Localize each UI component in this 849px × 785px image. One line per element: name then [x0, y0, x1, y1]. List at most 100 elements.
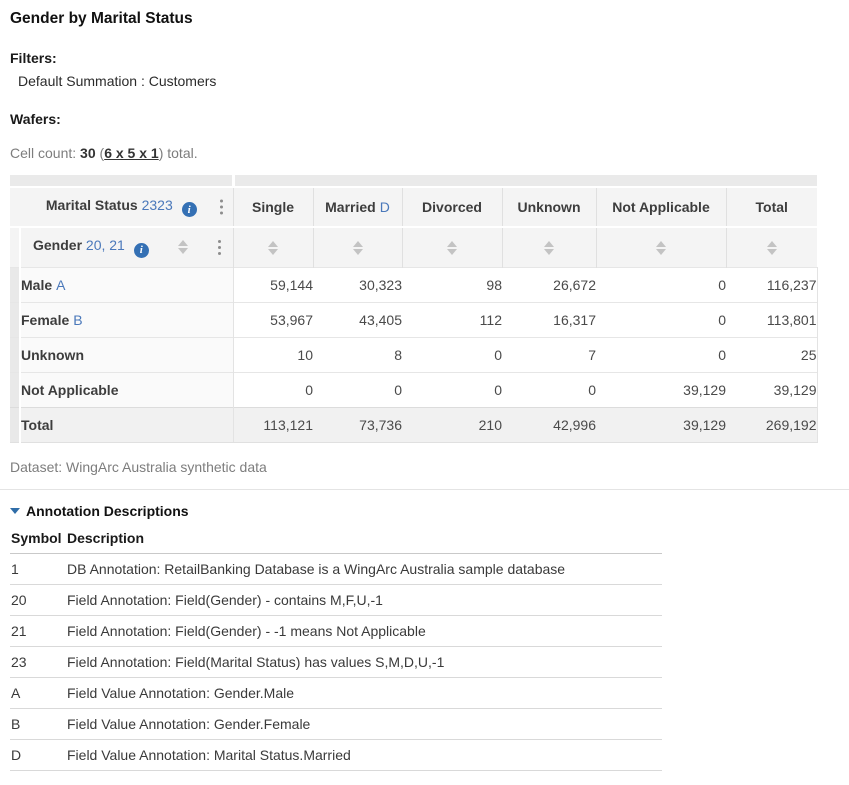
data-cell: 0 [313, 372, 402, 407]
top-strip-left [10, 175, 233, 187]
row-label: Not Applicable [20, 372, 233, 407]
filters-label: Filters: [10, 50, 833, 66]
data-cell: 112 [402, 302, 502, 337]
data-cell: 113,121 [233, 407, 313, 442]
annotation-symbol: D [10, 739, 66, 770]
description-column-header: Description [66, 527, 662, 554]
sort-icon [767, 241, 777, 255]
data-cell: 0 [402, 372, 502, 407]
data-cell: 10 [233, 337, 313, 372]
sort-toggle-single[interactable] [233, 227, 313, 267]
sort-toggle-not-applicable[interactable] [596, 227, 726, 267]
table-top-strip [10, 175, 817, 187]
column-header-unknown[interactable]: Unknown [502, 187, 596, 227]
column-header-divorced[interactable]: Divorced [402, 187, 502, 227]
column-field-annotation-ref: 23 [142, 197, 158, 213]
annotation-symbol: 23 [10, 646, 66, 677]
column-label: Single [252, 199, 294, 215]
column-label: Unknown [518, 199, 581, 215]
cell-dimensions-link[interactable]: 6 x 5 x 1 [104, 145, 159, 161]
sort-toggle-married[interactable] [313, 227, 402, 267]
table-row-not-applicable: Not Applicable 0 0 0 0 39,129 39,129 [10, 372, 817, 407]
sort-toggle-total[interactable] [726, 227, 817, 267]
annotation-description: Field Value Annotation: Gender.Male [66, 677, 662, 708]
filter-value: Default Summation : Customers [18, 73, 833, 89]
row-label: Total [20, 407, 233, 442]
table-row-female: FemaleB 53,967 43,405 112 16,317 0 113,8… [10, 302, 817, 337]
crosstab-table: Marital Status 2323 i Single MarriedD Di… [10, 175, 818, 443]
sort-icon[interactable] [178, 240, 188, 254]
table-row-male: MaleA 59,144 30,323 98 26,672 0 116,237 [10, 267, 817, 302]
annotation-row: D Field Value Annotation: Marital Status… [10, 739, 662, 770]
sort-toggle-divorced[interactable] [402, 227, 502, 267]
data-cell: 0 [596, 302, 726, 337]
data-cell: 0 [596, 267, 726, 302]
column-annotation: D [380, 199, 390, 215]
annotation-row: 1 DB Annotation: RetailBanking Database … [10, 553, 662, 584]
annotation-symbol: A [10, 677, 66, 708]
gutter-cell [10, 372, 20, 407]
column-header-total[interactable]: Total [726, 187, 817, 227]
column-header-single[interactable]: Single [233, 187, 313, 227]
row-field-name: Gender [33, 237, 82, 253]
cell-count-suffix: total. [163, 145, 197, 161]
table-row-total: Total 113,121 73,736 210 42,996 39,129 2… [10, 407, 817, 442]
column-field-header[interactable]: Marital Status 2323 i [10, 187, 233, 227]
column-header-not-applicable[interactable]: Not Applicable [596, 187, 726, 227]
info-icon[interactable]: i [134, 243, 149, 258]
column-header-married[interactable]: MarriedD [313, 187, 402, 227]
annotation-description: DB Annotation: RetailBanking Database is… [66, 553, 662, 584]
annotation-section-header[interactable]: Annotation Descriptions [10, 503, 833, 519]
annotation-row: 20 Field Annotation: Field(Gender) - con… [10, 584, 662, 615]
row-field-header[interactable]: Gender 20, 21 i [20, 227, 233, 267]
data-cell: 98 [402, 267, 502, 302]
data-cell: 43,405 [313, 302, 402, 337]
row-label-text: Total [21, 417, 53, 433]
data-cell: 269,192 [726, 407, 817, 442]
annotation-symbol: 1 [10, 553, 66, 584]
sort-icon [544, 241, 554, 255]
cell-count-prefix: Cell count: [10, 145, 80, 161]
row-field-annotations: 20, 21 [86, 237, 125, 253]
row-annotation: A [56, 277, 65, 293]
row-label: Unknown [20, 337, 233, 372]
annotation-header-row: Symbol Description [10, 527, 662, 554]
gutter-cell [10, 407, 20, 442]
row-label-text: Female [21, 312, 69, 328]
annotation-row: 21 Field Annotation: Field(Gender) - -1 … [10, 615, 662, 646]
table-row-unknown: Unknown 10 8 0 7 0 25 [10, 337, 817, 372]
annotation-symbol: 20 [10, 584, 66, 615]
column-field-header-row: Marital Status 2323 i Single MarriedD Di… [10, 187, 817, 227]
sort-icon [353, 241, 363, 255]
row-field-label-group: Gender 20, 21 i [33, 237, 149, 258]
data-cell: 26,672 [502, 267, 596, 302]
kebab-menu-icon[interactable] [216, 238, 223, 257]
symbol-column-header: Symbol [10, 527, 66, 554]
cell-count-paren-open: ( [96, 145, 105, 161]
cell-count-line: Cell count: 30 (6 x 5 x 1) total. [10, 145, 833, 161]
data-cell: 25 [726, 337, 817, 372]
gutter-cell [10, 227, 20, 267]
column-label: Divorced [422, 199, 482, 215]
data-cell: 0 [502, 372, 596, 407]
cell-count-value: 30 [80, 145, 96, 161]
data-cell: 210 [402, 407, 502, 442]
kebab-menu-icon[interactable] [218, 198, 225, 217]
column-label: Total [756, 199, 788, 215]
annotation-row: A Field Value Annotation: Gender.Male [10, 677, 662, 708]
annotation-description: Field Annotation: Field(Marital Status) … [66, 646, 662, 677]
annotation-table: Symbol Description 1 DB Annotation: Reta… [10, 527, 662, 771]
info-icon[interactable]: i [182, 202, 197, 217]
wafers-label: Wafers: [10, 111, 833, 127]
row-label: MaleA [20, 267, 233, 302]
data-cell: 39,129 [596, 372, 726, 407]
collapse-caret-icon[interactable] [10, 508, 20, 514]
row-annotation: B [73, 312, 82, 328]
annotation-description: Field Annotation: Field(Gender) - -1 mea… [66, 615, 662, 646]
data-cell: 113,801 [726, 302, 817, 337]
sort-toggle-unknown[interactable] [502, 227, 596, 267]
annotation-row: B Field Value Annotation: Gender.Female [10, 708, 662, 739]
annotation-symbol: B [10, 708, 66, 739]
row-label: FemaleB [20, 302, 233, 337]
annotation-description: Field Value Annotation: Gender.Female [66, 708, 662, 739]
